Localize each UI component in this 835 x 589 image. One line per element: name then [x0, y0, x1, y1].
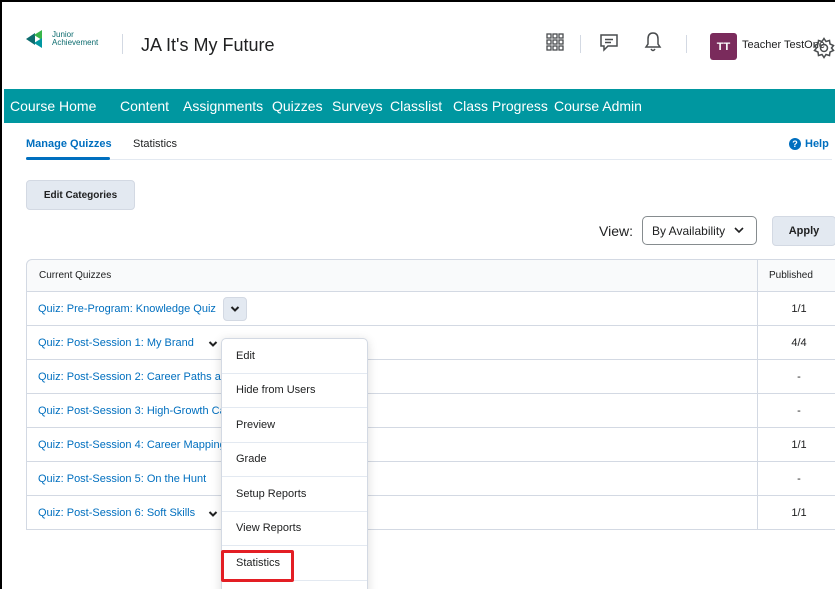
divider — [122, 34, 123, 54]
chevron-down-icon — [230, 306, 240, 312]
view-label: View: — [599, 223, 633, 239]
active-tab-indicator — [26, 157, 110, 160]
edit-categories-button[interactable]: Edit Categories — [26, 180, 135, 210]
help-link[interactable]: ? Help — [789, 138, 829, 150]
nav-course-home[interactable]: Course Home — [10, 98, 96, 114]
nav-surveys[interactable]: Surveys — [332, 98, 383, 114]
menu-item-grade[interactable]: Grade — [222, 443, 367, 477]
table-row: Quiz: Post-Session 6: Soft Skills 1/1 — [26, 496, 835, 530]
quiz-actions-button[interactable] — [207, 338, 219, 350]
table-row: Quiz: Post-Session 5: On the Hunt - — [26, 462, 835, 496]
menu-item-hide-from-users[interactable]: Hide from Users — [222, 374, 367, 408]
column-divider — [757, 260, 758, 291]
menu-item-preview[interactable]: Preview — [222, 408, 367, 443]
quiz-link[interactable]: Quiz: Post-Session 4: Career Mapping — [38, 439, 226, 451]
help-icon: ? — [789, 138, 801, 150]
divider — [580, 35, 581, 53]
published-count: 1/1 — [791, 507, 807, 519]
table-row: Quiz: Post-Session 1: My Brand 4/4 — [26, 326, 835, 360]
ja-logo-icon — [26, 30, 42, 48]
quiz-actions-button[interactable] — [223, 297, 247, 321]
gear-settings-icon[interactable] — [812, 36, 835, 60]
menu-item-edit[interactable]: Edit — [222, 339, 367, 374]
menu-item-view-reports[interactable]: View Reports — [222, 512, 367, 546]
view-select-value: By Availability — [652, 223, 726, 238]
col-published[interactable]: Published — [769, 270, 813, 281]
quiz-context-menu: Edit Hide from Users Preview Grade Setup… — [221, 338, 368, 589]
view-select[interactable]: By Availability — [642, 216, 757, 245]
nav-classlist[interactable]: Classlist — [390, 98, 442, 114]
tab-statistics[interactable]: Statistics — [133, 138, 177, 150]
junior-achievement-logo[interactable]: Junior Achievement — [26, 30, 98, 48]
published-count: - — [797, 473, 801, 485]
divider — [686, 35, 687, 53]
quiz-actions-button[interactable] — [207, 508, 219, 520]
logo-text: Junior Achievement — [52, 31, 98, 47]
table-row: Quiz: Post-Session 4: Career Mapping 1/1 — [26, 428, 835, 462]
tab-manage-quizzes[interactable]: Manage Quizzes — [26, 138, 112, 150]
menu-item-setup-reports[interactable]: Setup Reports — [222, 477, 367, 512]
quiz-link[interactable]: Quiz: Post-Session 1: My Brand — [38, 337, 194, 349]
course-navbar: Course Home Content Assignments Quizzes … — [4, 89, 835, 123]
tabs-divider — [26, 159, 832, 160]
waffle-grid-icon[interactable] — [543, 30, 567, 54]
published-count: 4/4 — [791, 337, 807, 349]
quiz-link[interactable]: Quiz: Post-Session 3: High-Growth Ca — [38, 405, 226, 417]
chevron-down-icon — [734, 227, 744, 234]
bell-notification-icon[interactable] — [641, 30, 665, 54]
apply-button[interactable]: Apply — [772, 216, 835, 246]
table-row: Quiz: Pre-Program: Knowledge Quiz 1/1 — [26, 292, 835, 326]
table-header: Current Quizzes Published — [26, 259, 835, 292]
user-avatar[interactable]: TT — [710, 33, 737, 60]
quiz-link[interactable]: Quiz: Pre-Program: Knowledge Quiz — [38, 303, 216, 315]
quiz-link[interactable]: Quiz: Post-Session 6: Soft Skills — [38, 507, 195, 519]
menu-item-statistics[interactable]: Statistics — [222, 546, 367, 581]
published-count: 1/1 — [791, 439, 807, 451]
browser-frame: Junior Achievement JA It's My Future TT … — [0, 0, 835, 589]
nav-course-admin[interactable]: Course Admin — [554, 98, 642, 114]
published-count: - — [797, 371, 801, 383]
published-count: 1/1 — [791, 303, 807, 315]
nav-quizzes[interactable]: Quizzes — [272, 98, 323, 114]
top-header: Junior Achievement JA It's My Future TT … — [4, 4, 835, 91]
quiz-link[interactable]: Quiz: Post-Session 5: On the Hunt — [38, 473, 206, 485]
chevron-down-icon — [208, 341, 218, 347]
logo-line-2: Achievement — [52, 38, 99, 47]
course-title[interactable]: JA It's My Future — [141, 35, 274, 56]
nav-class-progress[interactable]: Class Progress — [453, 98, 548, 114]
nav-content[interactable]: Content — [120, 98, 169, 114]
table-row: Quiz: Post-Session 2: Career Paths and - — [26, 360, 835, 394]
message-alerts-icon[interactable] — [597, 30, 621, 54]
chevron-down-icon — [208, 511, 218, 517]
quizzes-table: Current Quizzes Published Quiz: Pre-Prog… — [26, 259, 835, 530]
table-row: Quiz: Post-Session 3: High-Growth Ca - — [26, 394, 835, 428]
nav-assignments[interactable]: Assignments — [183, 98, 263, 114]
quiz-link[interactable]: Quiz: Post-Session 2: Career Paths and — [38, 371, 233, 383]
help-label: Help — [805, 138, 829, 150]
published-count: - — [797, 405, 801, 417]
col-current-quizzes: Current Quizzes — [39, 270, 112, 281]
